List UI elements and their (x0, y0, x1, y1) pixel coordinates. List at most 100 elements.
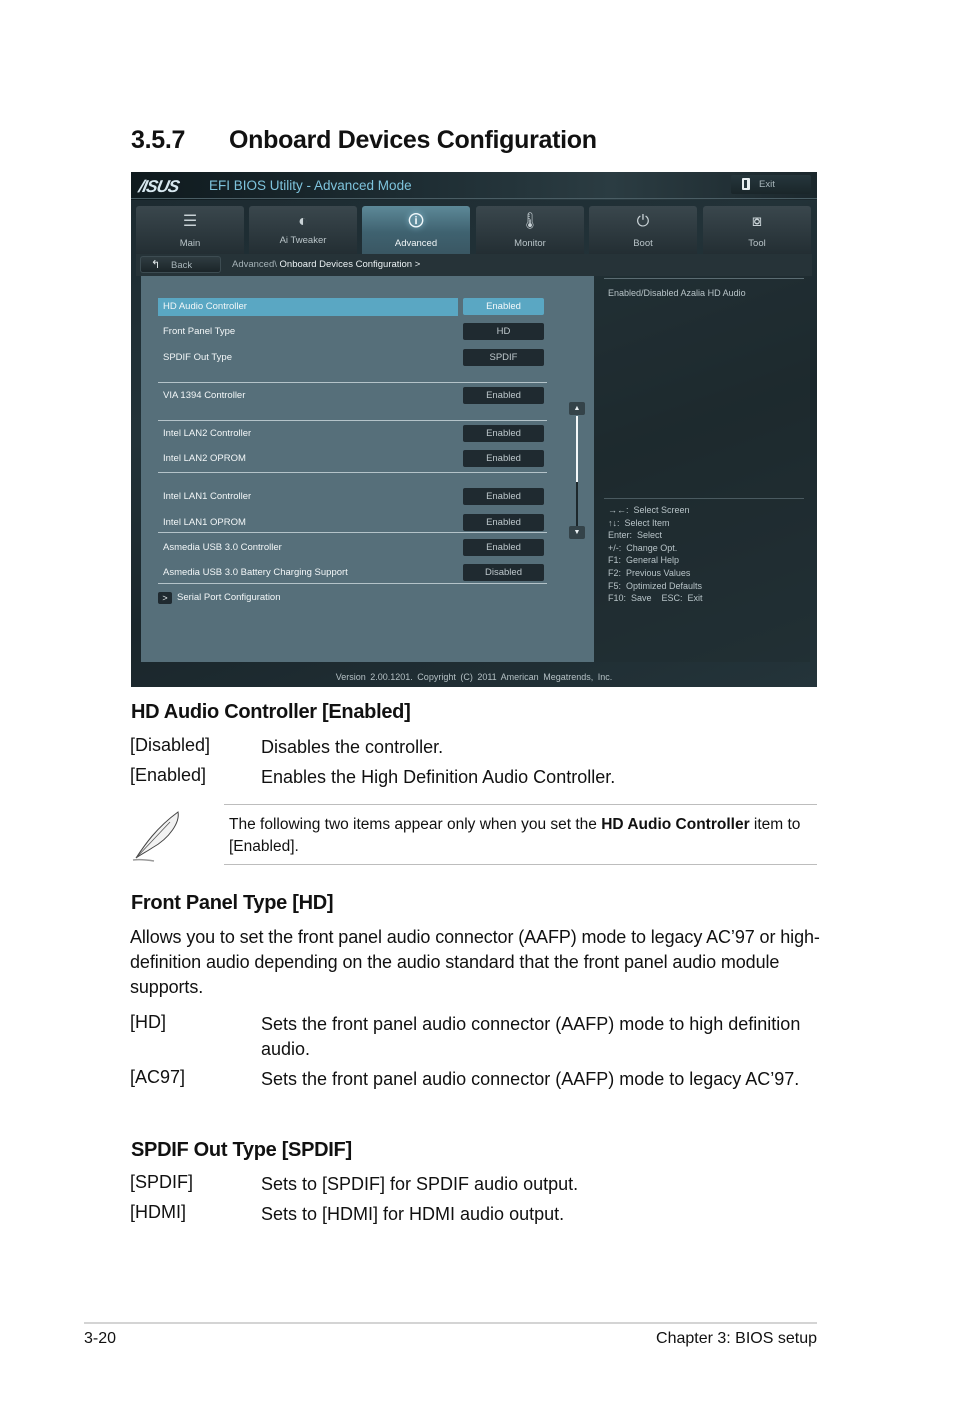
intel-lan2-oprom-value[interactable]: Enabled (463, 450, 544, 467)
option-key: [HDMI] (130, 1202, 186, 1222)
option-description: Sets the front panel audio connector (AA… (261, 1069, 800, 1089)
setting-row-hd-audio-controller[interactable]: HD Audio Controller (158, 298, 458, 316)
help-text: Enabled/Disabled Azalia HD Audio (608, 288, 746, 298)
advanced-info-icon: 🛈 (407, 213, 425, 230)
option-key: [AC97] (130, 1067, 186, 1087)
back-button[interactable]: ↰ Back (140, 256, 221, 273)
key-hint: F10: Save ESC: Exit (608, 593, 703, 604)
option-key: [SPDIF] (130, 1172, 194, 1192)
submenu-serial-port-configuration[interactable]: Serial Port Configuration (172, 589, 432, 607)
setting-label: Asmedia USB 3.0 Controller (163, 542, 282, 553)
back-label: Back (171, 260, 193, 271)
back-arrow-icon: ↰ (151, 259, 161, 271)
setting-label: Intel LAN1 Controller (163, 491, 252, 502)
hd-audio-controller-value[interactable]: Enabled (463, 298, 544, 315)
group-divider (158, 532, 547, 533)
asmedia-usb3-controller-value[interactable]: Enabled (463, 539, 544, 556)
option-description: Enables the High Definition Audio Contro… (261, 767, 616, 787)
settings-panel: HD Audio Controller Enabled Front Panel … (141, 276, 594, 662)
via-1394-value[interactable]: Enabled (463, 387, 544, 404)
key-legend: →←: Select Screen ↑↓: Select Item Enter:… (608, 504, 703, 605)
navigation-bar: ↰ Back Advanced\ Onboard Devices Configu… (136, 254, 812, 276)
note-divider-top (224, 804, 817, 805)
breadcrumb-current: Onboard Devices Configuration > (279, 259, 421, 270)
tab-boot[interactable]: ⏻ Boot (589, 206, 697, 254)
setting-label: Intel LAN2 Controller (163, 428, 252, 439)
setting-label: Intel LAN2 OPROM (163, 453, 246, 464)
bios-screenshot: /ISUS EFI BIOS Utility - Advanced Mode E… (131, 172, 817, 687)
intel-lan1-oprom-value[interactable]: Enabled (463, 514, 544, 531)
option-key: [Enabled] (130, 765, 207, 785)
submenu-label: Serial Port Configuration (177, 592, 281, 603)
spdif-out-type-value[interactable]: SPDIF (463, 349, 544, 366)
note-text: The following two items appear only when… (229, 814, 809, 858)
setting-label: Intel LAN1 OPROM (163, 517, 246, 528)
help-panel: Enabled/Disabled Azalia HD Audio →←: Sel… (594, 276, 810, 662)
bios-header: /ISUS EFI BIOS Utility - Advanced Mode E… (131, 172, 817, 200)
key-hint: ↑↓: Select Item (608, 517, 670, 528)
intel-lan1-controller-value[interactable]: Enabled (463, 488, 544, 505)
breadcrumb-parent[interactable]: Advanced\ (232, 259, 280, 270)
scrollbar-track[interactable] (576, 416, 578, 526)
option-description: Sets to [SPDIF] for SPDIF audio output. (261, 1174, 579, 1194)
front-panel-type-value[interactable]: HD (463, 323, 544, 340)
option-key: [HD] (130, 1012, 166, 1032)
section-title: 3.5.7 Onboard Devices Configuration (131, 126, 597, 155)
front-panel-description: Allows you to set the front panel audio … (130, 927, 820, 997)
key-hint: +/-: Change Opt. (608, 542, 678, 553)
tab-label: Ai Tweaker (279, 235, 327, 246)
note-divider-bottom (224, 864, 817, 865)
section-title-text: Onboard Devices Configuration (229, 126, 597, 154)
key-hint: F2: Previous Values (608, 567, 691, 578)
scroll-up-button[interactable]: ▲ (569, 402, 585, 415)
option-description: Sets to [HDMI] for HDMI audio output. (261, 1204, 565, 1224)
header-divider (131, 198, 817, 199)
tab-tool[interactable]: ⧇ Tool (703, 206, 811, 254)
tab-label: Monitor (514, 238, 546, 249)
note-text-part: The following two items appear only when… (229, 816, 602, 833)
intel-lan2-controller-value[interactable]: Enabled (463, 425, 544, 442)
note-feather-icon (132, 811, 179, 862)
bios-title: EFI BIOS Utility - Advanced Mode (209, 178, 412, 193)
tab-advanced[interactable]: 🛈 Advanced (362, 206, 470, 254)
tab-monitor[interactable]: 🌡 Monitor (476, 206, 584, 254)
key-hint: F1: General Help (608, 555, 680, 566)
toolbox-icon: ⧇ (751, 213, 763, 230)
exit-door-icon (742, 178, 750, 190)
option-description: Sets the front panel audio connector (AA… (261, 1014, 801, 1059)
group-divider (158, 420, 547, 421)
help-divider (604, 278, 804, 279)
help-divider (604, 498, 804, 499)
tab-ai-tweaker[interactable]: ◐ Ai Tweaker (249, 206, 357, 254)
ai-tweaker-icon: ◐ (298, 213, 308, 230)
setting-label: HD Audio Controller (163, 301, 247, 312)
setting-label: Front Panel Type (163, 326, 236, 337)
setting-label: Asmedia USB 3.0 Battery Charging Support (163, 567, 348, 578)
setting-label: SPDIF Out Type (163, 352, 232, 363)
option-description: Disables the controller. (261, 737, 444, 757)
front-panel-heading: Front Panel Type [HD] (131, 892, 334, 914)
asmedia-usb3-battery-charging-value[interactable]: Disabled (463, 564, 544, 581)
hd-audio-heading: HD Audio Controller [Enabled] (131, 701, 411, 723)
tab-label: Tool (748, 238, 766, 249)
exit-button[interactable]: Exit (731, 175, 811, 194)
bios-version-footer: Version 2.00.1201. Copyright (C) 2011 Am… (335, 672, 613, 682)
spdif-heading: SPDIF Out Type [SPDIF] (131, 1139, 352, 1161)
chapter-label: Chapter 3: BIOS setup (656, 1330, 817, 1347)
tab-label: Advanced (394, 238, 438, 249)
section-number: 3.5.7 (131, 126, 186, 154)
scroll-down-button[interactable]: ▼ (569, 526, 585, 539)
option-key: [Disabled] (130, 735, 211, 755)
power-icon: ⏻ (636, 213, 650, 230)
breadcrumb: Advanced\ Onboard Devices Configuration … (232, 259, 420, 270)
exit-label: Exit (759, 179, 775, 190)
page-number: 3-20 (84, 1330, 117, 1347)
group-divider (158, 382, 547, 383)
key-hint: →←: Select Screen (608, 505, 690, 515)
setting-label: VIA 1394 Controller (163, 390, 246, 401)
footer-divider (84, 1322, 817, 1324)
key-hint: Enter: Select (608, 530, 663, 541)
scrollbar-thumb[interactable] (576, 416, 578, 482)
group-divider (158, 583, 547, 584)
tab-main[interactable]: ☰ Main (136, 206, 244, 254)
